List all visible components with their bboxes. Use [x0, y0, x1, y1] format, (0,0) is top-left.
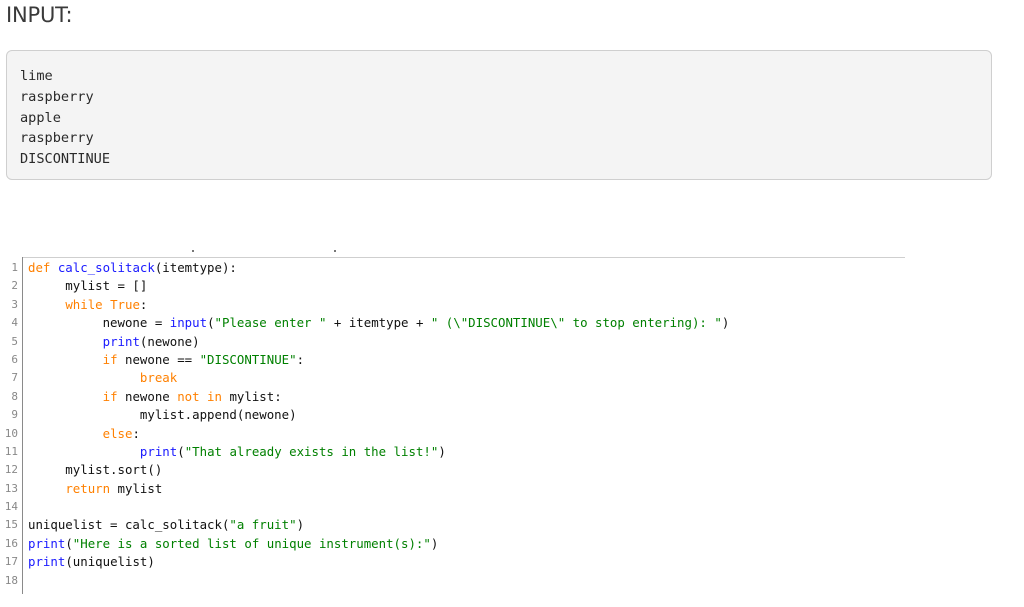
- code-text: if newone == "DISCONTINUE":: [28, 352, 304, 367]
- line-number: 15: [4, 518, 18, 532]
- line-number: 13: [4, 481, 18, 495]
- code-token: mylist: [110, 480, 163, 496]
- code-text: def calc_solitack(itemtype):: [28, 260, 237, 275]
- gutter-divider: [22, 257, 23, 594]
- code-token: else: [102, 425, 133, 441]
- code-token: input: [169, 315, 208, 331]
- code-text: uniquelist = calc_solitack("a fruit"): [28, 517, 304, 532]
- code-text: newone = input("Please enter " + itemtyp…: [28, 315, 730, 331]
- code-token: break: [139, 370, 178, 386]
- code-text: return mylist: [28, 481, 162, 496]
- line-number: 10: [4, 426, 18, 440]
- code-token: mylist.append(newone): [28, 407, 297, 423]
- code-text: mylist = []: [28, 278, 147, 293]
- line-number: 16: [4, 536, 18, 550]
- code-token: print: [28, 554, 66, 570]
- code-text: while True:: [28, 297, 147, 312]
- code-token: :: [139, 296, 148, 312]
- editor-top-rule: [22, 257, 905, 258]
- input-line: apple: [20, 109, 61, 126]
- line-number: 18: [4, 573, 18, 587]
- line-number: 4: [11, 316, 18, 330]
- code-token: def: [28, 260, 58, 275]
- input-line: lime: [20, 68, 53, 84]
- code-token: ): [430, 535, 439, 551]
- code-token: "DISCONTINUE": [199, 351, 297, 367]
- line-number: 17: [4, 555, 18, 569]
- code-text: break: [28, 370, 177, 385]
- code-token: if: [102, 388, 118, 404]
- line-number: 14: [4, 500, 18, 514]
- code-token: uniquelist = calc_solitack(: [28, 517, 230, 533]
- code-token: ): [296, 517, 305, 533]
- input-line: DISCONTINUE: [20, 151, 111, 168]
- code-token: print: [28, 535, 66, 551]
- code-text: if newone not in mylist:: [28, 389, 282, 404]
- line-number: 3: [11, 297, 18, 311]
- code-token: "That already exists in the list!": [184, 443, 439, 459]
- line-number: 5: [11, 334, 18, 348]
- code-text: mylist.sort(): [28, 462, 162, 477]
- code-editor: 1 def calc_solitack(itemtype): 2 mylist = …: [0, 257, 905, 597]
- line-number: 2: [11, 279, 18, 293]
- code-token: print: [139, 443, 178, 459]
- line-number: 9: [11, 408, 18, 422]
- code-token: (newone): [139, 333, 200, 349]
- input-heading: INPUT:: [6, 3, 73, 27]
- input-block: lime raspberry apple raspberry DISCONTIN…: [6, 50, 992, 180]
- code-token: newone =: [28, 315, 170, 331]
- code-text: print("Here is a sorted list of unique i…: [28, 536, 438, 551]
- code-token: not in: [177, 388, 222, 404]
- code-token: " (\"DISCONTINUE\" to stop entering): ": [430, 315, 722, 331]
- code-token: return: [65, 480, 111, 496]
- line-number: 12: [4, 463, 18, 477]
- code-text: else:: [28, 426, 140, 441]
- code-token: print: [102, 333, 140, 349]
- code-token: "a fruit": [229, 517, 297, 533]
- code-text: print(uniquelist): [28, 554, 155, 569]
- code-text: print(newone): [28, 334, 200, 349]
- code-token: newone: [117, 388, 178, 404]
- code-token: (itemtype):: [154, 260, 237, 275]
- line-number: 6: [11, 352, 18, 366]
- code-token: :: [296, 351, 305, 367]
- code-token: newone ==: [117, 351, 200, 367]
- code-token: mylist = []: [28, 278, 148, 294]
- code-token: ): [721, 315, 730, 331]
- code-text: mylist.append(newone): [28, 407, 297, 422]
- code-token: (: [65, 535, 73, 551]
- code-token: (: [207, 315, 215, 331]
- stray-dot: [334, 250, 336, 252]
- code-token: calc_solitack: [57, 260, 155, 275]
- code-token: "Here is a sorted list of unique instrum…: [72, 535, 431, 551]
- code-token: (: [177, 443, 185, 459]
- code-token: mylist.sort(): [28, 462, 163, 478]
- line-number: 7: [11, 371, 18, 385]
- stray-dot: [192, 250, 194, 252]
- code-token: :: [132, 425, 140, 441]
- code-token: ): [438, 443, 446, 459]
- input-lines: lime raspberry apple raspberry DISCONTIN…: [20, 66, 110, 170]
- code-token: if: [102, 351, 118, 367]
- code-token: "Please enter ": [214, 315, 327, 331]
- code-token: mylist:: [221, 388, 282, 404]
- input-line: raspberry: [20, 130, 94, 147]
- line-number: 8: [11, 389, 18, 403]
- line-number: 11: [4, 444, 18, 458]
- code-token: while True: [65, 296, 140, 312]
- code-token: + itemtype +: [326, 315, 431, 331]
- input-line: raspberry: [20, 88, 94, 105]
- code-text: print("That already exists in the list!"…: [28, 444, 446, 459]
- code-token: (uniquelist): [65, 554, 155, 570]
- line-number: 1: [11, 261, 18, 274]
